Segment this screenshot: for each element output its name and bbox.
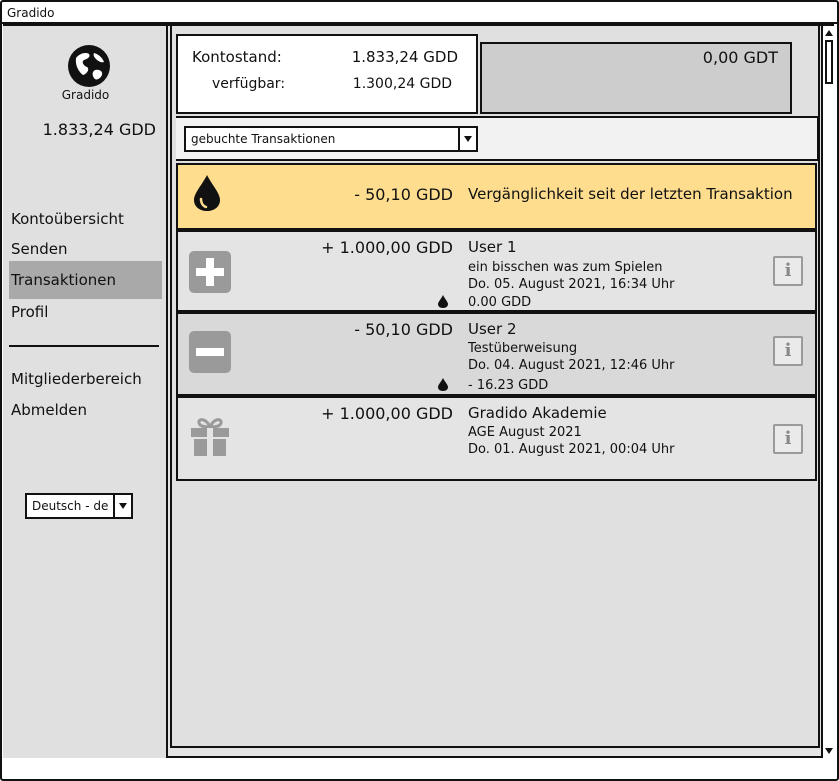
balance-card: Kontostand: 1.833,24 GDD verfügbar: 1.30… — [176, 34, 478, 114]
transaction-filter-value: gebuchte Transaktionen — [191, 132, 336, 146]
nav-item-transaktionen[interactable]: Transaktionen — [9, 261, 162, 299]
transaction-row[interactable]: - 50,10 GDD User 2 Testüberweisung Do. 0… — [176, 312, 817, 396]
transaction-name: User 2 — [468, 320, 517, 338]
transaction-amount: - 50,10 GDD — [354, 320, 453, 339]
transaction-filter-select[interactable]: gebuchte Transaktionen — [184, 126, 478, 152]
decay-text: Vergänglichkeit seit der letzten Transak… — [468, 185, 793, 203]
window-title: Gradido — [2, 2, 837, 24]
info-button[interactable]: i — [773, 336, 803, 366]
transaction-row[interactable]: + 1.000,00 GDD Gradido Akademie AGE Augu… — [176, 396, 817, 481]
transaction-name: User 1 — [468, 238, 517, 256]
filter-bar: gebuchte Transaktionen — [176, 116, 819, 161]
transaction-memo: Testüberweisung — [468, 341, 578, 356]
drop-icon — [438, 378, 448, 391]
nav-item-mitgliederbereich[interactable]: Mitgliederbereich — [9, 363, 162, 395]
sidebar: Gradido 1.833,24 GDD Kontoübersicht Send… — [3, 26, 168, 758]
drop-icon — [194, 175, 220, 211]
transaction-decay: 0.00 GDD — [468, 295, 532, 310]
sidebar-balance: 1.833,24 GDD — [42, 120, 156, 139]
decay-row[interactable]: - 50,10 GDD Vergänglichkeit seit der let… — [176, 163, 817, 230]
nav-item-profil[interactable]: Profil — [9, 296, 162, 328]
balance-value: 1.833,24 GDD — [351, 48, 458, 66]
language-select[interactable]: Deutsch - de — [25, 493, 133, 519]
gift-icon — [191, 418, 229, 456]
transaction-name: Gradido Akademie — [468, 404, 607, 422]
status-bar — [3, 758, 834, 776]
available-value: 1.300,24 GDD — [352, 76, 452, 92]
sidebar-divider — [9, 345, 159, 347]
transaction-date: Do. 04. August 2021, 12:46 Uhr — [468, 358, 675, 373]
transaction-decay: - 16.23 GDD — [468, 378, 549, 393]
nav-item-abmelden[interactable]: Abmelden — [9, 394, 162, 426]
transaction-amount: + 1.000,00 GDD — [321, 238, 453, 257]
main-content: Kontostand: 1.833,24 GDD verfügbar: 1.30… — [170, 26, 820, 748]
language-select-value: Deutsch - de — [32, 499, 109, 513]
transaction-amount: + 1.000,00 GDD — [321, 404, 453, 423]
transaction-date: Do. 05. August 2021, 16:34 Uhr — [468, 277, 675, 292]
scroll-down-icon[interactable] — [825, 748, 833, 754]
scroll-up-icon[interactable] — [825, 30, 833, 36]
balance-label: Kontostand: — [192, 48, 282, 66]
decay-amount: - 50,10 GDD — [354, 185, 453, 204]
drop-icon — [438, 295, 448, 308]
chevron-down-icon[interactable] — [113, 495, 131, 517]
info-button[interactable]: i — [773, 256, 803, 286]
transaction-row[interactable]: + 1.000,00 GDD User 1 ein bisschen was z… — [176, 230, 817, 312]
plus-icon — [189, 251, 231, 293]
transaction-memo: AGE August 2021 — [468, 425, 582, 440]
transaction-memo: ein bisschen was zum Spielen — [468, 260, 663, 275]
chevron-down-icon[interactable] — [458, 128, 476, 150]
globe-icon[interactable] — [67, 44, 111, 88]
available-label: verfügbar: — [212, 76, 286, 92]
logo-label: Gradido — [61, 88, 110, 102]
vertical-scrollbar[interactable] — [821, 26, 834, 758]
minus-icon — [189, 331, 231, 373]
info-button[interactable]: i — [773, 424, 803, 454]
nav-item-kontouebersicht[interactable]: Kontoübersicht — [9, 203, 162, 235]
transaction-date: Do. 01. August 2021, 00:04 Uhr — [468, 442, 675, 457]
gdt-value: 0,00 GDT — [702, 48, 778, 67]
gdt-card: 0,00 GDT — [480, 42, 792, 114]
scroll-thumb[interactable] — [825, 40, 833, 84]
